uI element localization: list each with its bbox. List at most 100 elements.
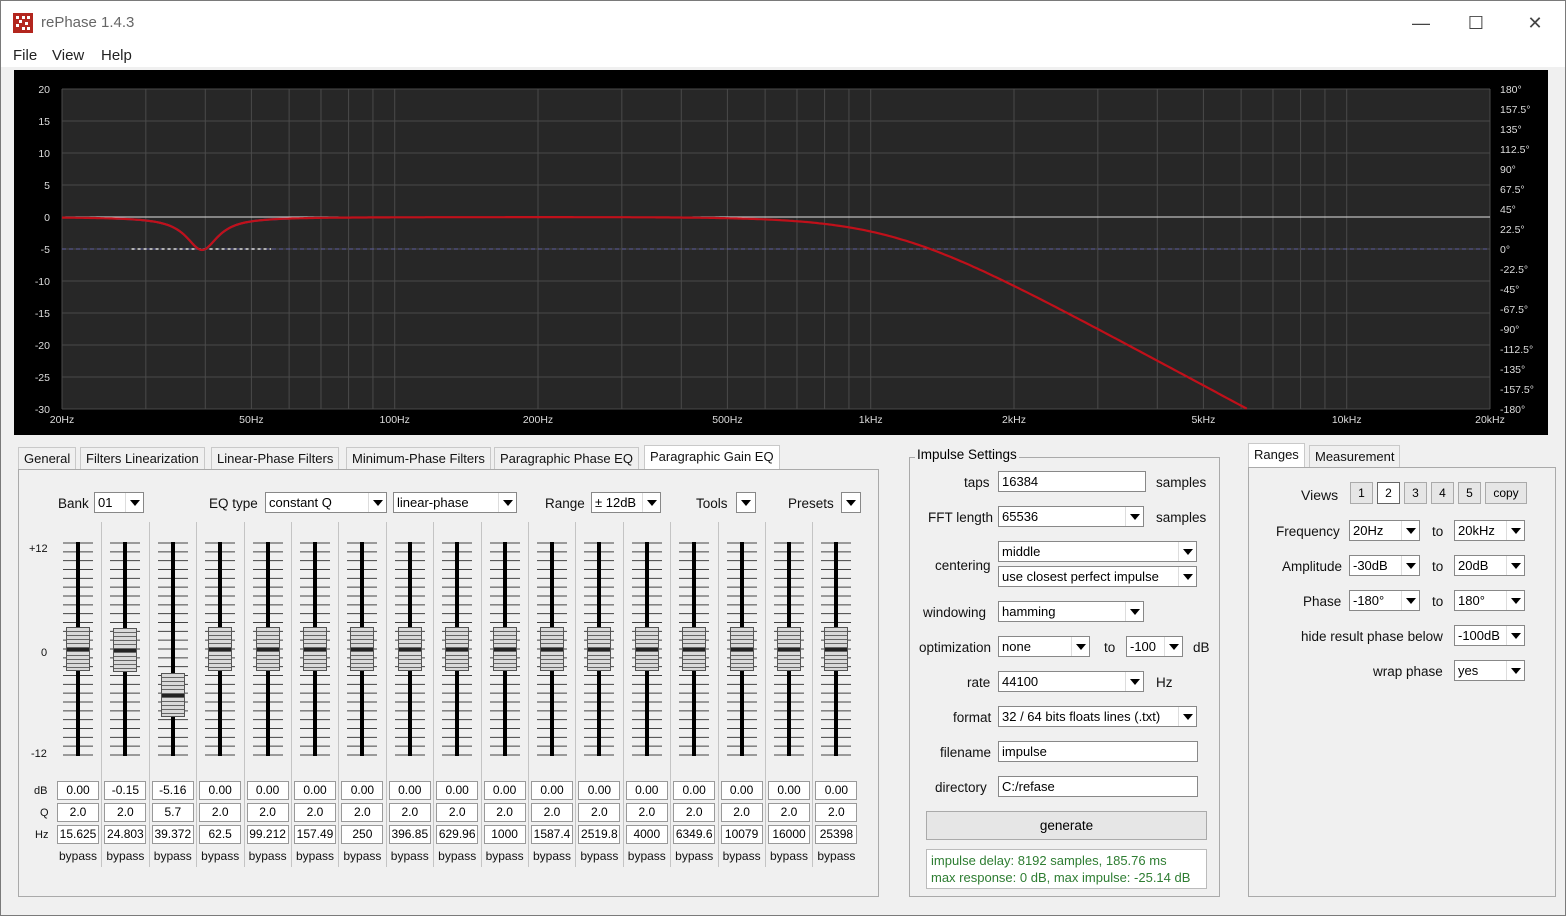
fader-knob[interactable] [255,627,280,671]
close-button[interactable]: ✕ [1515,9,1555,37]
band-gain-input[interactable]: 0.00 [578,781,621,800]
band-gain-input[interactable]: 0.00 [720,781,763,800]
presets-menu-button[interactable] [841,492,861,513]
tab-paragraphic-gain-eq[interactable]: Paragraphic Gain EQ [644,445,780,469]
format-select[interactable]: 32 / 64 bits floats lines (.txt) [998,706,1197,727]
band-q-input[interactable]: 2.0 [199,803,242,822]
fader-knob[interactable] [350,627,375,671]
band-bypass-button[interactable]: bypass [387,846,433,866]
band-q-input[interactable]: 2.0 [673,803,716,822]
fader-knob[interactable] [303,627,327,671]
taps-input[interactable]: 16384 [998,471,1146,492]
band-q-input[interactable]: 2.0 [768,803,810,822]
band-bypass-button[interactable]: bypass [245,846,291,866]
band-q-input[interactable]: 5.7 [151,803,194,822]
band-frequency-input[interactable]: 39.372 [151,825,194,844]
view-3-button[interactable]: 3 [1404,482,1427,504]
tools-menu-button[interactable] [736,492,756,513]
band-bypass-button[interactable]: bypass [671,846,717,866]
band-q-input[interactable]: 2.0 [341,803,384,822]
view-2-button[interactable]: 2 [1377,482,1400,504]
band-gain-input[interactable]: 0.00 [294,781,336,800]
fader-knob[interactable] [397,627,422,671]
eq-type-select[interactable]: constant Q [265,492,387,513]
band-frequency-input[interactable]: 16000 [768,825,810,844]
band-q-input[interactable]: 2.0 [388,803,431,822]
frequency-to-select[interactable]: 20kHz [1454,520,1525,541]
view-4-button[interactable]: 4 [1431,482,1454,504]
band-frequency-input[interactable]: 396.85 [388,825,431,844]
band-gain-input[interactable]: 0.00 [341,781,384,800]
band-bypass-button[interactable]: bypass [434,846,480,866]
phase-from-select[interactable]: -180° [1349,590,1420,611]
band-frequency-input[interactable]: 2519.8 [578,825,621,844]
band-frequency-input[interactable]: 1000 [483,825,526,844]
fader-knob[interactable] [445,627,470,671]
frequency-from-select[interactable]: 20Hz [1349,520,1420,541]
range-select[interactable]: ± 12dB [591,492,661,513]
band-q-input[interactable]: 2.0 [294,803,336,822]
fader-knob[interactable] [492,627,517,671]
centering-mode-select[interactable]: use closest perfect impulse [998,566,1197,587]
rate-select[interactable]: 44100 [998,671,1144,692]
band-gain-input[interactable]: 0.00 [531,781,573,800]
fader-knob[interactable] [777,627,801,671]
band-frequency-input[interactable]: 250 [341,825,384,844]
tab-filters-linearization[interactable]: Filters Linearization [80,447,205,469]
band-gain-input[interactable]: 0.00 [625,781,668,800]
tab-general[interactable]: General [18,447,77,469]
band-frequency-input[interactable]: 157.49 [294,825,336,844]
band-gain-input[interactable]: 0.00 [436,781,479,800]
band-bypass-button[interactable]: bypass [766,846,812,866]
band-gain-input[interactable]: 0.00 [768,781,810,800]
band-frequency-input[interactable]: 10079 [720,825,763,844]
fader-knob[interactable] [66,627,90,671]
band-gain-input[interactable]: 0.00 [246,781,289,800]
fader-knob[interactable] [824,627,849,671]
band-bypass-button[interactable]: bypass [813,846,859,866]
band-bypass-button[interactable]: bypass [197,846,243,866]
optimization-select[interactable]: none [998,636,1090,657]
fader-knob[interactable] [587,627,612,671]
bank-select[interactable]: 01 [94,492,144,513]
fader-knob[interactable] [208,627,233,671]
band-frequency-input[interactable]: 25398 [815,825,858,844]
band-q-input[interactable]: 2.0 [720,803,763,822]
tab-ranges[interactable]: Ranges [1248,443,1305,467]
fader-track[interactable] [170,542,175,756]
band-gain-input[interactable]: 0.00 [57,781,99,800]
band-bypass-button[interactable]: bypass [529,846,575,866]
band-frequency-input[interactable]: 6349.6 [673,825,716,844]
response-graph[interactable]: 20 15 10 5 0 -5 -10 -15 -20 -25 -30 180° 157.5° 135° 1… [14,70,1548,435]
amplitude-to-select[interactable]: 20dB [1454,555,1525,576]
tab-linear-phase-filters[interactable]: Linear-Phase Filters [211,447,340,469]
band-bypass-button[interactable]: bypass [482,846,528,866]
band-q-input[interactable]: 2.0 [246,803,289,822]
generate-button[interactable]: generate [926,811,1207,840]
windowing-select[interactable]: hamming [998,601,1144,622]
band-bypass-button[interactable]: bypass [292,846,338,866]
fader-knob[interactable] [540,627,564,671]
copy-view-button[interactable]: copy [1485,482,1527,504]
tab-minimum-phase-filters[interactable]: Minimum-Phase Filters [346,447,491,469]
band-gain-input[interactable]: 0.00 [673,781,716,800]
band-frequency-input[interactable]: 1587.4 [531,825,573,844]
band-bypass-button[interactable]: bypass [576,846,622,866]
filename-input[interactable]: impulse [998,741,1198,762]
maximize-button[interactable]: ☐ [1456,9,1496,37]
wrap-phase-select[interactable]: yes [1454,660,1525,681]
band-gain-input[interactable]: 0.00 [388,781,431,800]
band-frequency-input[interactable]: 629.96 [436,825,479,844]
menu-file[interactable]: File [13,47,37,64]
band-bypass-button[interactable]: bypass [624,846,670,866]
optimization-db-select[interactable]: -100 [1126,636,1183,657]
band-q-input[interactable]: 2.0 [625,803,668,822]
band-frequency-input[interactable]: 15.625 [57,825,99,844]
fft-length-select[interactable]: 65536 [998,506,1144,527]
view-1-button[interactable]: 1 [1350,482,1373,504]
fader-knob[interactable] [729,627,754,671]
band-q-input[interactable]: 2.0 [57,803,99,822]
fader-knob[interactable] [682,627,707,671]
band-q-input[interactable]: 2.0 [531,803,573,822]
phase-to-select[interactable]: 180° [1454,590,1525,611]
